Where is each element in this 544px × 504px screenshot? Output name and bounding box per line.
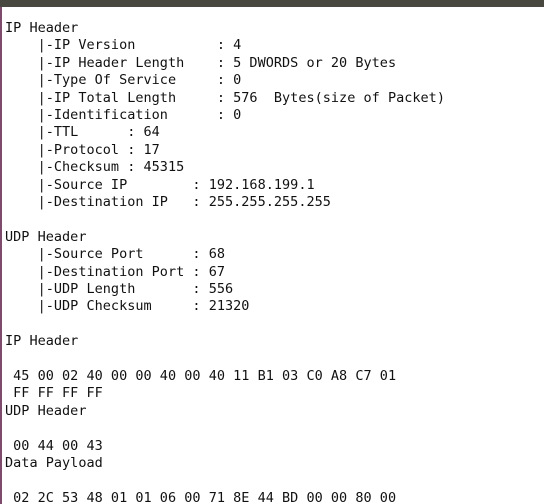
console-line: |-Source IP : 192.168.199.1: [5, 176, 315, 193]
console-line: |-UDP Checksum : 21320: [5, 298, 250, 315]
console-line: |-Type Of Service : 0: [5, 72, 242, 89]
console-line: |-Protocol : 17: [5, 141, 160, 158]
console-line: |-UDP Length : 556: [5, 281, 234, 298]
console-line-blank: [5, 211, 544, 228]
console-line-hex: 45 00 02 40 00 00 40 00 40 11 B1 03 C0 A…: [5, 368, 397, 385]
console-line: |-IP Total Length : 576 Bytes(size of Pa…: [5, 89, 445, 106]
console-line: |-Identification : 0: [5, 107, 242, 124]
console-line: |-Source Port : 68: [5, 246, 225, 263]
console-line: |-IP Header Length : 5 DWORDS or 20 Byte…: [5, 54, 397, 71]
console-line: UDP Header: [5, 228, 87, 245]
window-titlebar: [0, 0, 544, 7]
console-line: IP Header: [5, 333, 79, 350]
terminal-window: IP Header |-IP Version : 4 |-IP Header L…: [0, 0, 544, 504]
console-line: |-TTL : 64: [5, 124, 160, 141]
console-line-blank: [5, 351, 544, 368]
console-line: |-Destination IP : 255.255.255.255: [5, 194, 331, 211]
console-line-blank: [5, 473, 544, 490]
console-line-blank: [5, 316, 544, 333]
console-line: |-IP Version : 4: [5, 37, 242, 54]
console-line-hex: FF FF FF FF: [5, 385, 103, 402]
console-line-hex: 00 44 00 43: [5, 437, 103, 454]
console-line: |-Destination Port : 67: [5, 263, 225, 280]
console-line: |-Checksum : 45315: [5, 159, 185, 176]
console-line: Data Payload: [5, 455, 103, 472]
console-line-blank: [5, 420, 544, 437]
console-line-hex: 02 2C 53 48 01 01 06 00 71 8E 44 BD 00 0…: [5, 489, 397, 504]
console-output[interactable]: IP Header |-IP Version : 4 |-IP Header L…: [2, 7, 544, 504]
console-line: UDP Header: [5, 402, 87, 419]
console-line: IP Header: [5, 20, 79, 36]
